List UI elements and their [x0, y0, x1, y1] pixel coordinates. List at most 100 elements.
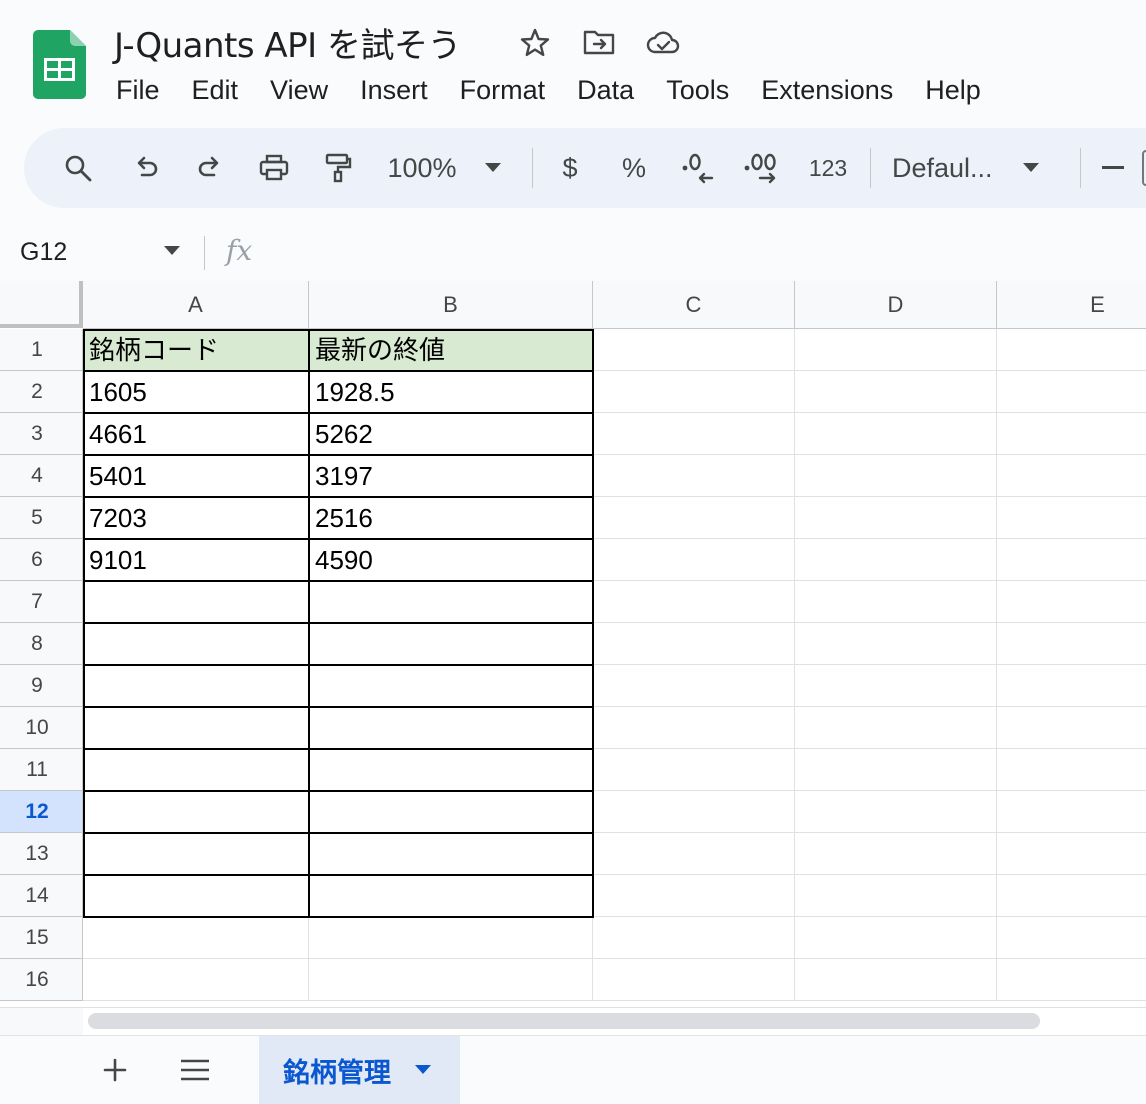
- cell-b16[interactable]: [309, 959, 593, 1001]
- column-header-a[interactable]: A: [83, 281, 309, 329]
- column-header-e[interactable]: E: [997, 281, 1146, 329]
- cell-d13[interactable]: [795, 833, 997, 875]
- undo-button[interactable]: [122, 128, 170, 208]
- cell-b15[interactable]: [309, 917, 593, 959]
- row-header-10[interactable]: 10: [0, 707, 83, 749]
- row-header-15[interactable]: 15: [0, 917, 83, 959]
- all-sheets-button[interactable]: [175, 1050, 215, 1090]
- cell-c2[interactable]: [593, 371, 795, 413]
- cell-d3[interactable]: [795, 413, 997, 455]
- row-header-13[interactable]: 13: [0, 833, 83, 875]
- cell-e14[interactable]: [997, 875, 1146, 917]
- decrease-decimal-button[interactable]: [674, 128, 722, 208]
- cell-d15[interactable]: [795, 917, 997, 959]
- cell-a3[interactable]: 4661: [83, 413, 309, 455]
- row-header-4[interactable]: 4: [0, 455, 83, 497]
- cell-a8[interactable]: [83, 623, 309, 665]
- cell-d5[interactable]: [795, 497, 997, 539]
- chevron-down-icon[interactable]: [164, 246, 180, 256]
- cell-e12[interactable]: [997, 791, 1146, 833]
- cell-e7[interactable]: [997, 581, 1146, 623]
- cell-d11[interactable]: [795, 749, 997, 791]
- cell-b14[interactable]: [309, 875, 593, 917]
- cell-b13[interactable]: [309, 833, 593, 875]
- cell-b6[interactable]: 4590: [309, 539, 593, 581]
- cell-c3[interactable]: [593, 413, 795, 455]
- cell-b11[interactable]: [309, 749, 593, 791]
- cell-a4[interactable]: 5401: [83, 455, 309, 497]
- spreadsheet-grid[interactable]: A B C D E 1 銘柄コード 最新の終値 2 1605 1928.5 3 4661 5262 4 540…: [0, 281, 1146, 1007]
- cell-c1[interactable]: [593, 329, 795, 371]
- row-header-2[interactable]: 2: [0, 371, 83, 413]
- cell-b10[interactable]: [309, 707, 593, 749]
- cell-e16[interactable]: [997, 959, 1146, 1001]
- menu-tools[interactable]: Tools: [650, 70, 745, 110]
- menu-extensions[interactable]: Extensions: [745, 70, 909, 110]
- row-header-16[interactable]: 16: [0, 959, 83, 1001]
- cell-e10[interactable]: [997, 707, 1146, 749]
- cell-c14[interactable]: [593, 875, 795, 917]
- sheet-tab-active[interactable]: 銘柄管理: [259, 1036, 460, 1104]
- row-header-6[interactable]: 6: [0, 539, 83, 581]
- cell-e9[interactable]: [997, 665, 1146, 707]
- cell-a14[interactable]: [83, 875, 309, 917]
- cell-b9[interactable]: [309, 665, 593, 707]
- row-header-1[interactable]: 1: [0, 329, 83, 371]
- cell-d6[interactable]: [795, 539, 997, 581]
- cell-b5[interactable]: 2516: [309, 497, 593, 539]
- cell-a15[interactable]: [83, 917, 309, 959]
- row-header-14[interactable]: 14: [0, 875, 83, 917]
- menu-edit[interactable]: Edit: [176, 70, 255, 110]
- menu-insert[interactable]: Insert: [344, 70, 444, 110]
- cell-d10[interactable]: [795, 707, 997, 749]
- document-title[interactable]: J-Quants API を試そう: [114, 18, 461, 67]
- cell-d4[interactable]: [795, 455, 997, 497]
- cell-c13[interactable]: [593, 833, 795, 875]
- column-header-c[interactable]: C: [593, 281, 795, 329]
- row-header-9[interactable]: 9: [0, 665, 83, 707]
- menu-data[interactable]: Data: [561, 70, 650, 110]
- cell-e1[interactable]: [997, 329, 1146, 371]
- formula-input[interactable]: [280, 232, 1140, 272]
- cloud-saved-icon[interactable]: [646, 27, 680, 57]
- move-folder-icon[interactable]: [582, 27, 616, 57]
- cell-e11[interactable]: [997, 749, 1146, 791]
- cell-c6[interactable]: [593, 539, 795, 581]
- row-header-5[interactable]: 5: [0, 497, 83, 539]
- row-header-12[interactable]: 12: [0, 791, 83, 833]
- cell-a1[interactable]: 銘柄コード: [83, 329, 309, 371]
- cell-b8[interactable]: [309, 623, 593, 665]
- cell-a13[interactable]: [83, 833, 309, 875]
- horizontal-scrollbar-thumb[interactable]: [88, 1013, 1040, 1029]
- cell-c5[interactable]: [593, 497, 795, 539]
- percent-format-button[interactable]: %: [610, 128, 658, 208]
- cell-d9[interactable]: [795, 665, 997, 707]
- menu-view[interactable]: View: [254, 70, 344, 110]
- row-header-11[interactable]: 11: [0, 749, 83, 791]
- cell-a6[interactable]: 9101: [83, 539, 309, 581]
- cell-e3[interactable]: [997, 413, 1146, 455]
- cell-d16[interactable]: [795, 959, 997, 1001]
- currency-format-button[interactable]: $: [546, 128, 594, 208]
- cell-b3[interactable]: 5262: [309, 413, 593, 455]
- font-size-input[interactable]: [1142, 150, 1146, 186]
- row-header-3[interactable]: 3: [0, 413, 83, 455]
- zoom-select[interactable]: 100%: [376, 128, 512, 208]
- cell-e2[interactable]: [997, 371, 1146, 413]
- cell-a2[interactable]: 1605: [83, 371, 309, 413]
- cell-c16[interactable]: [593, 959, 795, 1001]
- star-icon[interactable]: [518, 27, 552, 57]
- select-all-corner[interactable]: [0, 281, 83, 328]
- menu-file[interactable]: File: [100, 70, 176, 110]
- cell-c9[interactable]: [593, 665, 795, 707]
- cell-e4[interactable]: [997, 455, 1146, 497]
- chevron-down-icon[interactable]: [415, 1065, 431, 1075]
- cell-d8[interactable]: [795, 623, 997, 665]
- cell-a7[interactable]: [83, 581, 309, 623]
- search-menus-button[interactable]: [54, 128, 102, 208]
- cell-a11[interactable]: [83, 749, 309, 791]
- font-family-select[interactable]: Defaul...: [892, 128, 1062, 208]
- row-header-8[interactable]: 8: [0, 623, 83, 665]
- cell-a10[interactable]: [83, 707, 309, 749]
- cell-c7[interactable]: [593, 581, 795, 623]
